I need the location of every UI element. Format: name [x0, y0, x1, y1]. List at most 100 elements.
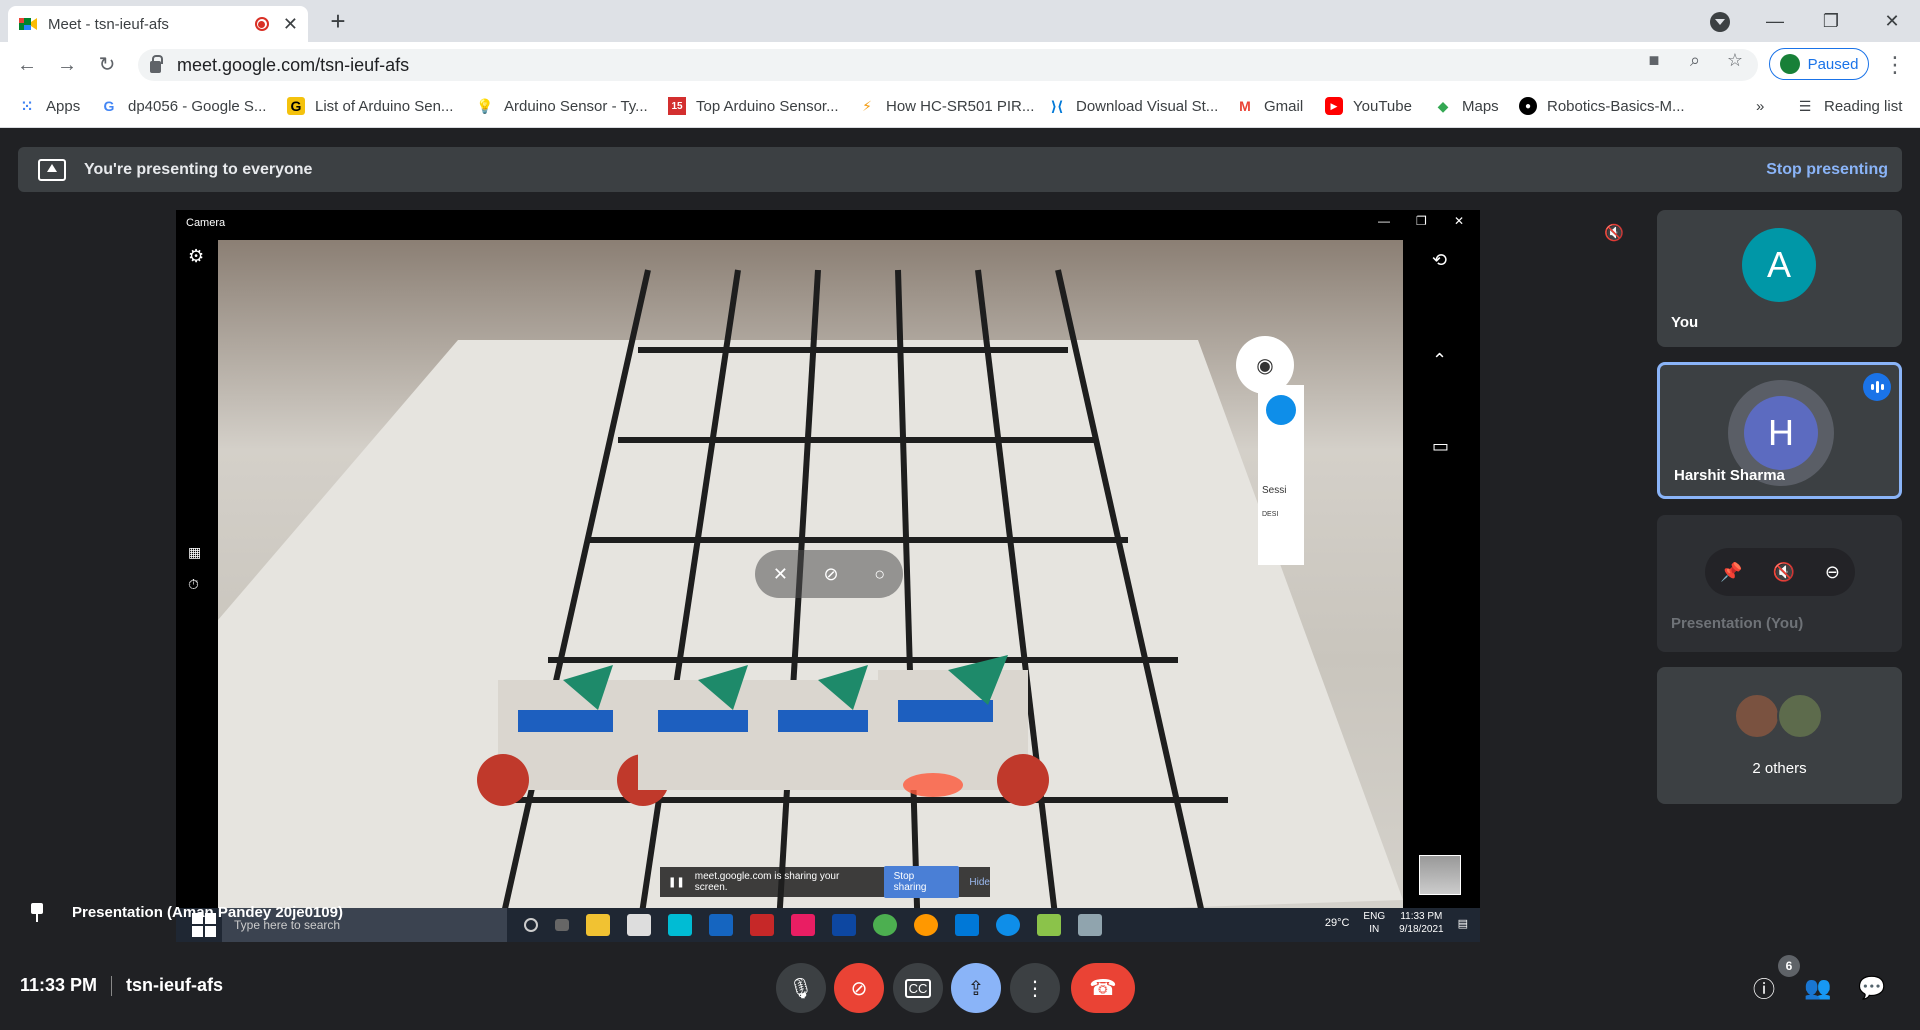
dropbox-icon [709, 914, 733, 936]
bookmark-label: Maps [1462, 97, 1499, 115]
bookmark-item[interactable]: 💡 Arduino Sensor - Ty... [476, 88, 647, 124]
site-icon: 15 [668, 97, 686, 115]
camera-toggle-button[interactable]: ⊘ [834, 963, 884, 1013]
remove-icon[interactable]: ⊖ [1825, 562, 1840, 583]
presentation-tile[interactable]: 📌 🔇 ⊖ Presentation (You) [1657, 515, 1902, 652]
camera-app-icon [1078, 914, 1102, 936]
bookmark-star-icon[interactable]: ☆ [1725, 50, 1745, 70]
reload-button[interactable]: ↻ [92, 50, 122, 80]
browser-toolbar: ← → ↻ meet.google.com/tsn-ieuf-afs ■ ⌕ ☆… [0, 42, 1920, 88]
other-avatar [1777, 693, 1823, 739]
chat-button[interactable]: 💬 [1855, 971, 1889, 1005]
app-icon [750, 914, 774, 936]
bookmark-item[interactable]: G dp4056 - Google S... [100, 88, 267, 124]
store-icon [627, 914, 651, 936]
bookmark-item[interactable]: ⟩⟨ Download Visual St... [1048, 88, 1219, 124]
bookmarks-bar: ⁙ Apps G dp4056 - Google S... G List of … [0, 88, 1920, 128]
site-icon: ⚡ [862, 97, 872, 114]
bookmark-item[interactable]: ⚡ How HC-SR501 PIR... [858, 88, 1034, 124]
meet-favicon-icon [19, 18, 37, 30]
present-button[interactable]: ⇪ [951, 963, 1001, 1013]
pin-icon [30, 903, 44, 922]
bookmark-apps[interactable]: ⁙ Apps [18, 88, 80, 124]
bookmark-item[interactable]: G List of Arduino Sen... [287, 88, 453, 124]
tab-close-icon[interactable]: ✕ [283, 14, 298, 35]
app-icon [791, 914, 815, 936]
switch-camera-icon: ⟲ [1432, 250, 1448, 270]
participant-tile-you[interactable]: A You [1657, 210, 1902, 347]
bookmark-item[interactable]: M Gmail [1236, 88, 1303, 124]
others-tile[interactable]: 2 others [1657, 667, 1902, 804]
circle-icon: ○ [874, 563, 886, 584]
browser-menu-icon[interactable]: ⋮ [1883, 50, 1907, 80]
reading-list-icon: ☰ [1798, 97, 1812, 114]
share-notice-text: meet.google.com is sharing your screen. [694, 871, 840, 893]
notification-icon: ▤ [1457, 917, 1468, 930]
weather-temp: 29°C [1324, 917, 1350, 929]
teamviewer-panel: Sessi DESI [1258, 385, 1304, 565]
youtube-icon: ▶ [1325, 97, 1343, 115]
window-close-button[interactable]: ✕ [1864, 0, 1920, 42]
windows-taskbar: Type here to search 29°C ENG IN 11:33 PM… [176, 908, 1480, 942]
mute-icon[interactable]: 🔇 [1772, 562, 1794, 583]
mic-off-icon: ⊘ [823, 563, 839, 584]
microphone-button[interactable]: 🎙 [776, 963, 826, 1013]
participant-tile-harshit[interactable]: H Harshit Sharma [1657, 362, 1902, 499]
maximize-button[interactable]: ❐ [1803, 0, 1859, 42]
minimize-button[interactable]: — [1747, 0, 1803, 42]
bookmark-item[interactable]: ◆ Maps [1434, 88, 1499, 124]
captions-button[interactable]: CC [893, 963, 943, 1013]
new-tab-button[interactable]: + [323, 6, 353, 36]
more-options-button[interactable]: ⋮ [1010, 963, 1060, 1013]
camera-overlay-controls: ✕ ⊘ ○ [755, 550, 903, 598]
presentation-tile-controls: 📌 🔇 ⊖ [1705, 548, 1855, 596]
people-button[interactable]: 👥 [1801, 971, 1835, 1005]
task-view-icon [555, 919, 569, 931]
pause-icon: ❚❚ [668, 876, 685, 888]
separator [111, 975, 113, 996]
bookmark-item[interactable]: ● Robotics-Basics-M... [1519, 88, 1685, 124]
reading-list-button[interactable]: ☰ Reading list [1796, 88, 1903, 124]
camera-side-controls: ⟲ ⌃ ▭ [1404, 240, 1480, 940]
bookmark-label: Top Arduino Sensor... [696, 97, 839, 115]
back-button[interactable]: ← [12, 50, 42, 80]
last-photo-thumbnail [1419, 855, 1461, 895]
others-label: 2 others [1752, 760, 1807, 777]
vscode-icon [955, 914, 979, 936]
camera-in-use-icon[interactable]: ■ [1644, 50, 1664, 70]
leave-call-button[interactable]: ☎ [1071, 963, 1135, 1013]
tab-search-icon[interactable] [1710, 12, 1730, 32]
photoshop-icon [832, 914, 856, 936]
pin-icon[interactable]: 📌 [1720, 562, 1742, 583]
bookmark-item[interactable]: ▶ YouTube [1325, 88, 1412, 124]
arduino-icon [1037, 914, 1061, 936]
teamviewer-session-sub: DESI [1262, 511, 1279, 518]
bookmark-item[interactable]: 15 Top Arduino Sensor... [668, 88, 839, 124]
meeting-details-button[interactable]: ⓘ [1747, 971, 1781, 1005]
info-icon: ⓘ [1752, 977, 1775, 1002]
gmail-icon: M [1239, 98, 1251, 114]
system-time: 11:33 PM [1400, 911, 1443, 922]
microphone-icon: 🎙 [788, 977, 814, 1000]
bookmarks-overflow-button[interactable]: » [1756, 88, 1764, 124]
overflow-label: » [1756, 97, 1765, 115]
meet-controls-bar: 11:33 PM tsn-ieuf-afs 🎙 ⊘ CC ⇪ ⋮ ☎ ⓘ 👥 6… [0, 955, 1920, 1030]
forward-button[interactable]: → [52, 50, 82, 80]
participant-name: Harshit Sharma [1674, 467, 1785, 484]
pinned-presentation-label: Presentation (Aman Pandey 20je0109) [30, 903, 343, 922]
lang-code: ENG [1363, 911, 1386, 922]
address-bar[interactable]: meet.google.com/tsn-ieuf-afs [138, 49, 1758, 81]
presentation-name: Presentation (Aman Pandey 20je0109) [72, 903, 343, 921]
profile-sync-button[interactable]: Paused [1769, 48, 1869, 80]
bookmark-label: Gmail [1264, 97, 1304, 115]
zoom-icon[interactable]: ⌕ [1685, 50, 1705, 70]
stop-presenting-button[interactable]: Stop presenting [1766, 161, 1888, 179]
camera-restore-icon: ❐ [1416, 214, 1427, 228]
bookmark-label: dp4056 - Google S... [128, 97, 267, 115]
other-avatar [1734, 693, 1780, 739]
pin-off-icon: ✕ [772, 563, 788, 584]
camera-window-title: Camera [186, 217, 226, 229]
camera-close-icon: ✕ [1454, 214, 1465, 228]
app-icon [668, 914, 692, 936]
browser-tab[interactable]: Meet - tsn-ieuf-afs ✕ [8, 6, 308, 42]
